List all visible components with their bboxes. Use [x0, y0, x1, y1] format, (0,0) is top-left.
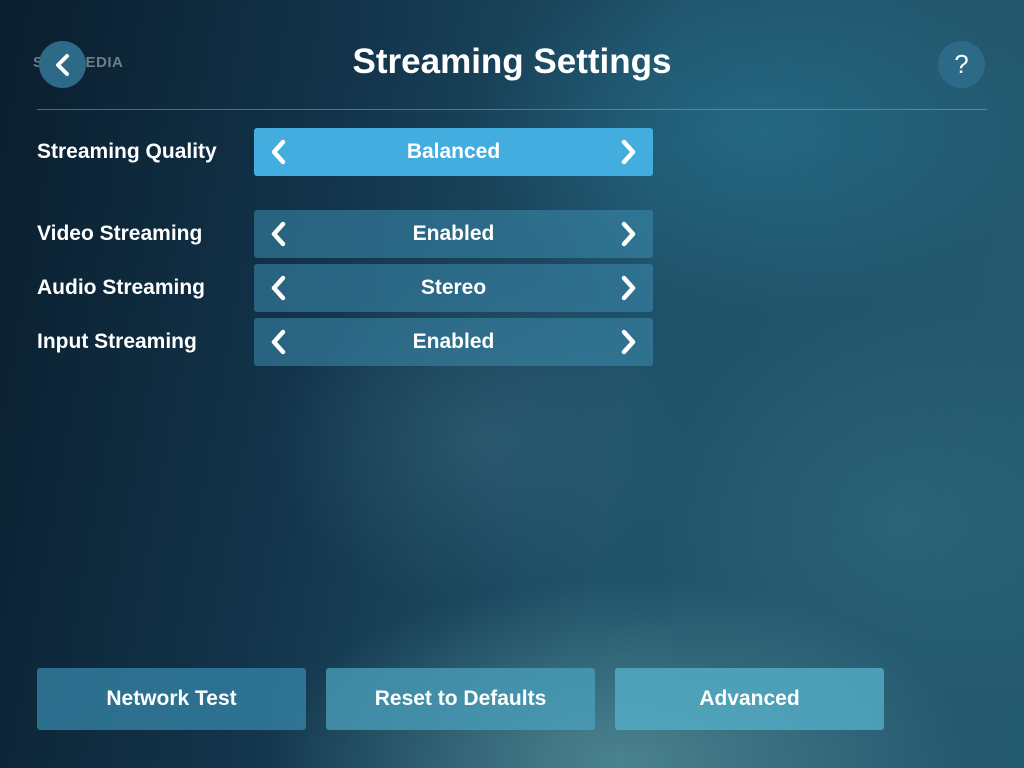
- previous-option-button[interactable]: [254, 128, 302, 176]
- chevron-left-icon: [271, 329, 286, 355]
- streaming-quality-selector[interactable]: Balanced: [254, 128, 653, 176]
- setting-label: Video Streaming: [37, 222, 203, 245]
- selected-value: Enabled: [412, 330, 495, 353]
- network-test-button[interactable]: Network Test: [37, 668, 306, 730]
- reset-to-defaults-button[interactable]: Reset to Defaults: [326, 668, 595, 730]
- video-streaming-selector[interactable]: Enabled: [254, 210, 653, 258]
- input-streaming-selector[interactable]: Enabled: [254, 318, 653, 366]
- next-option-button[interactable]: [605, 318, 653, 366]
- advanced-button[interactable]: Advanced: [615, 668, 884, 730]
- chevron-left-icon: [271, 221, 286, 247]
- next-option-button[interactable]: [605, 264, 653, 312]
- previous-option-button[interactable]: [254, 318, 302, 366]
- chevron-right-icon: [621, 329, 636, 355]
- previous-option-button[interactable]: [254, 264, 302, 312]
- setting-label: Streaming Quality: [37, 140, 217, 163]
- setting-row-audio-streaming: Audio Streaming Stereo: [0, 264, 1024, 312]
- next-option-button[interactable]: [605, 210, 653, 258]
- header: SOFTPEDIA Streaming Settings ?: [0, 0, 1024, 110]
- audio-streaming-selector[interactable]: Stereo: [254, 264, 653, 312]
- chevron-right-icon: [621, 221, 636, 247]
- chevron-right-icon: [621, 275, 636, 301]
- next-option-button[interactable]: [605, 128, 653, 176]
- chevron-right-icon: [621, 139, 636, 165]
- selected-value: Stereo: [420, 276, 487, 299]
- help-button[interactable]: ?: [938, 41, 985, 88]
- setting-label: Input Streaming: [37, 330, 197, 353]
- setting-label: Audio Streaming: [37, 276, 206, 299]
- previous-option-button[interactable]: [254, 210, 302, 258]
- setting-row-streaming-quality: Streaming Quality Balanced: [0, 128, 1024, 176]
- page-title: Streaming Settings: [352, 42, 672, 81]
- selected-value: Balanced: [406, 140, 501, 163]
- chevron-left-icon: [271, 275, 286, 301]
- setting-row-input-streaming: Input Streaming Enabled: [0, 318, 1024, 366]
- selected-value: Enabled: [412, 222, 495, 245]
- chevron-left-icon: [271, 139, 286, 165]
- header-divider: [37, 109, 987, 110]
- setting-row-video-streaming: Video Streaming Enabled: [0, 210, 1024, 258]
- help-icon: ?: [954, 49, 969, 79]
